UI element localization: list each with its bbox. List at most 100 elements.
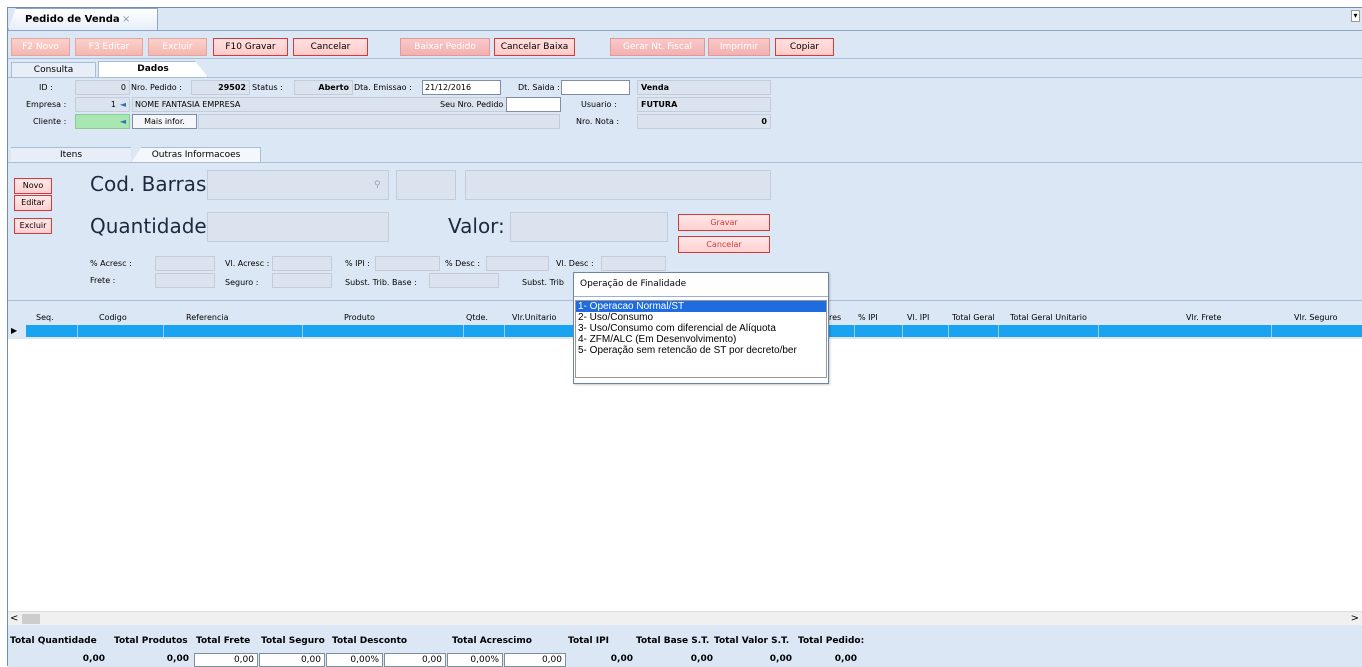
quantity-input[interactable]	[207, 212, 389, 242]
column-header[interactable]: Produto	[344, 313, 375, 322]
document-tab[interactable]: Pedido de Venda ×	[8, 8, 158, 30]
discount-pct-label: % Desc :	[445, 259, 481, 268]
tab-itens[interactable]: Itens	[11, 147, 131, 163]
total-st-value: 0,00	[769, 654, 792, 664]
total-discount-input[interactable]: 0,00	[384, 653, 446, 667]
total-order-value: 0,00	[834, 654, 857, 664]
list-item[interactable]: 3- Uso/Consumo com diferencial de Alíquo…	[576, 323, 826, 334]
scroll-right-icon[interactable]: >	[1351, 613, 1359, 624]
total-label: Total Seguro	[261, 636, 325, 646]
item-save-button[interactable]: Gravar	[678, 214, 770, 231]
issue-date-input[interactable]: 21/12/2016	[422, 80, 501, 95]
insurance-input[interactable]	[272, 273, 332, 288]
user-label: Usuario :	[581, 100, 617, 109]
customer-order-label: Seu Nro. Pedido :	[440, 100, 509, 109]
column-header[interactable]: Total Geral Unitario	[1010, 313, 1087, 322]
tab-dados[interactable]: Dados	[98, 61, 208, 77]
new-button[interactable]: F2 Novo	[11, 38, 70, 56]
row-indicator-icon: ▶	[11, 326, 18, 335]
cancel-close-button[interactable]: Cancelar Baixa	[494, 38, 575, 56]
total-surcharge-input[interactable]: 0,00	[504, 653, 566, 667]
cancel-button[interactable]: Cancelar	[293, 38, 368, 56]
id-field: 0	[75, 80, 130, 95]
item-cancel-button[interactable]: Cancelar	[678, 236, 770, 253]
column-header[interactable]: % IPI	[858, 313, 878, 322]
total-surcharge-pct-input[interactable]: 0,00%	[447, 653, 503, 667]
insurance-label: Seguro :	[225, 278, 259, 287]
horizontal-scrollbar[interactable]: < >	[8, 611, 1362, 625]
surcharge-value-label: Vl. Acresc :	[225, 259, 270, 268]
tab-consulta[interactable]: Consulta	[11, 62, 96, 78]
column-header[interactable]: Codigo	[99, 313, 127, 322]
total-discount-pct-input[interactable]: 0,00%	[326, 653, 383, 667]
close-tab-icon[interactable]: ×	[122, 14, 130, 25]
total-label: Total Acrescimo	[452, 636, 532, 646]
totals-header: Total Quantidade Total Produtos Total Fr…	[8, 634, 1362, 651]
status-label: Status :	[252, 83, 283, 92]
total-label: Total Desconto	[332, 636, 408, 646]
company-label: Empresa :	[26, 100, 67, 109]
search-icon[interactable]: ◄	[118, 116, 128, 127]
st-value-label: Subst. Trib	[522, 278, 564, 287]
discount-value-input[interactable]	[601, 256, 666, 271]
item-edit-button[interactable]: Editar	[14, 195, 52, 211]
finality-options-list[interactable]: 1- Operacao Normal/ST 2- Uso/Consumo 3- …	[575, 300, 827, 378]
divider	[8, 77, 1362, 78]
discount-pct-input[interactable]	[486, 256, 549, 271]
more-info-button[interactable]: Mais infor.	[132, 114, 197, 129]
quantity-label: Quantidade:	[90, 214, 214, 238]
list-item[interactable]: 4- ZFM/ALC (Em Desenvolvimento)	[576, 334, 826, 345]
generate-invoice-button[interactable]: Gerar Nt. Fiscal	[610, 38, 705, 56]
surcharge-value-input[interactable]	[272, 256, 332, 271]
st-base-label: Subst. Trib. Base :	[345, 278, 417, 287]
column-header[interactable]: Total Geral	[952, 313, 995, 322]
total-freight-input[interactable]: 0,00	[194, 653, 258, 667]
product-description-field	[465, 170, 771, 200]
value-input[interactable]	[510, 212, 668, 242]
scroll-left-icon[interactable]: <	[10, 613, 18, 624]
column-header[interactable]: Vlr.Unitario	[512, 313, 556, 322]
tab-list-dropdown-icon[interactable]: ▾	[1351, 10, 1360, 22]
edit-button[interactable]: F3 Editar	[75, 38, 143, 56]
scroll-thumb[interactable]	[22, 614, 40, 624]
document-tab-title: Pedido de Venda	[25, 14, 120, 25]
copy-button[interactable]: Copiar	[775, 38, 834, 56]
freight-label: Frete :	[90, 276, 116, 285]
list-item[interactable]: 1- Operacao Normal/ST	[576, 301, 826, 312]
column-header[interactable]: Vl. IPI	[907, 313, 929, 322]
item-new-button[interactable]: Novo	[14, 178, 52, 194]
print-button[interactable]: Imprimir	[708, 38, 770, 56]
barcode-input[interactable]	[207, 170, 389, 200]
exit-date-input[interactable]	[561, 80, 630, 95]
customer-order-input[interactable]	[506, 97, 561, 112]
status-field: Aberto	[294, 80, 353, 95]
ipi-pct-label: % IPI :	[345, 259, 370, 268]
tab-outras-informacoes[interactable]: Outras Informacoes	[131, 147, 261, 163]
issue-date-label: Dta. Emissao :	[354, 83, 412, 92]
freight-input[interactable]	[155, 273, 215, 288]
column-header[interactable]: Referencia	[186, 313, 229, 322]
ipi-pct-input[interactable]	[375, 256, 440, 271]
close-order-button[interactable]: Baixar Pedido	[400, 38, 490, 56]
total-label: Total Produtos	[114, 636, 188, 646]
column-header[interactable]: Vlr. Seguro	[1294, 313, 1338, 322]
divider	[8, 30, 1362, 31]
popup-title: Operação de Finalidade	[574, 273, 828, 297]
divider	[8, 162, 1362, 163]
list-item[interactable]: 5- Operação sem retencão de ST por decre…	[576, 345, 826, 356]
total-insurance-input[interactable]: 0,00	[259, 653, 325, 667]
column-header[interactable]: res	[829, 313, 841, 322]
column-header[interactable]: Qtde.	[466, 313, 488, 322]
column-header[interactable]: Seq.	[36, 313, 54, 322]
search-icon[interactable]: ⚲	[374, 180, 381, 190]
surcharge-pct-input[interactable]	[155, 256, 215, 271]
st-base-input[interactable]	[429, 273, 499, 288]
client-label: Cliente :	[33, 117, 67, 126]
save-button[interactable]: F10 Gravar	[213, 38, 288, 56]
item-delete-button[interactable]: Excluir	[14, 218, 52, 234]
list-item[interactable]: 2- Uso/Consumo	[576, 312, 826, 323]
column-header[interactable]: Vlr. Frete	[1186, 313, 1221, 322]
search-icon[interactable]: ◄	[118, 99, 128, 110]
divider	[8, 58, 1362, 59]
delete-button[interactable]: Excluir	[148, 38, 207, 56]
